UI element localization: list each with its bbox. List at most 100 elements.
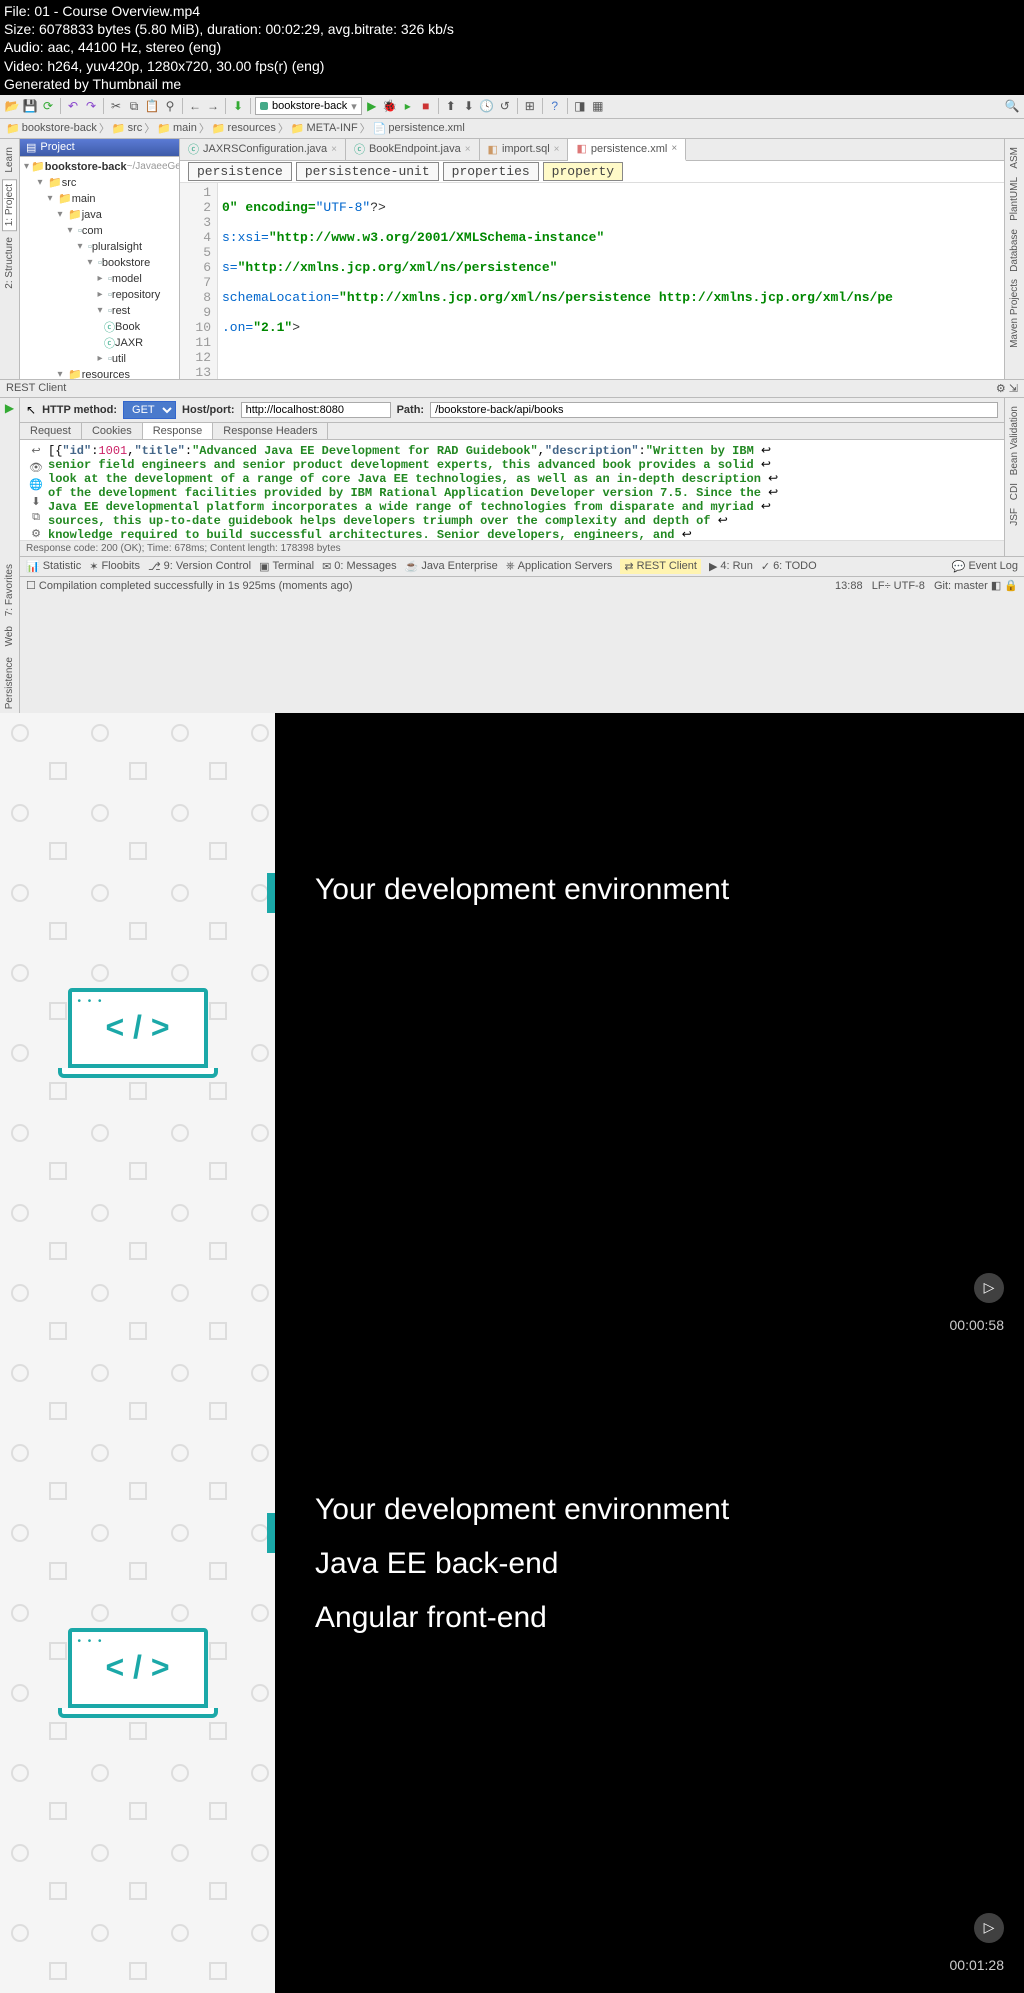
vcs-revert-icon[interactable]: ↺ <box>497 98 513 114</box>
bottom-appservers[interactable]: ⎈ Application Servers <box>506 560 613 573</box>
host-input[interactable] <box>241 402 391 418</box>
tab-project[interactable]: 1: Project <box>2 179 17 231</box>
play-icon[interactable]: ▷ <box>974 1913 1004 1943</box>
crumb-src[interactable]: 📁 src <box>112 122 142 135</box>
copy-icon[interactable]: ⧉ <box>126 98 142 114</box>
wrap-icon[interactable]: ↩ <box>28 444 44 458</box>
open-icon[interactable]: 📂 <box>4 98 20 114</box>
tree-src[interactable]: ▾📁 src <box>20 175 179 191</box>
bottom-messages[interactable]: ✉ 0: Messages <box>322 560 397 573</box>
tree-jaxr[interactable]: ⓒ JAXR <box>20 335 179 351</box>
rest-tab-response[interactable]: Response <box>143 423 214 439</box>
method-select[interactable]: GET <box>123 401 176 419</box>
play-icon[interactable]: ▷ <box>974 1273 1004 1303</box>
sync-icon[interactable]: ⟳ <box>40 98 56 114</box>
crumb-unit[interactable]: persistence-unit <box>296 162 439 181</box>
bottom-vcs[interactable]: ⎇ 9: Version Control <box>148 560 251 573</box>
code-content[interactable]: 0" encoding="UTF-8"?> s:xsi="http://www.… <box>218 183 897 379</box>
tab-plantuml[interactable]: PlantUML <box>1008 173 1021 225</box>
undo-icon[interactable]: ↶ <box>65 98 81 114</box>
vcs-update-icon[interactable]: ⬆ <box>443 98 459 114</box>
rest-tab-headers[interactable]: Response Headers <box>213 423 328 439</box>
crumb-project[interactable]: 📁 bookstore-back <box>6 122 97 135</box>
tab-maven[interactable]: Maven Projects <box>1008 275 1021 352</box>
debug-icon[interactable]: 🐞 <box>382 98 398 114</box>
tab-structure[interactable]: 2: Structure <box>3 233 16 293</box>
status-git[interactable]: Git: master <box>934 580 988 592</box>
bottom-run[interactable]: ▶ 4: Run <box>709 560 753 573</box>
tree-com[interactable]: ▾▫ com <box>20 223 179 239</box>
tree-book[interactable]: ⓒ Book <box>20 319 179 335</box>
tree-rest[interactable]: ▾▫ rest <box>20 303 179 319</box>
vcs-history-icon[interactable]: 🕓 <box>479 98 495 114</box>
tree-bookstore[interactable]: ▾▫ bookstore <box>20 255 179 271</box>
panel-header[interactable]: ▤ Project <box>20 139 179 157</box>
tree-pluralsight[interactable]: ▾▫ pluralsight <box>20 239 179 255</box>
path-input[interactable] <box>430 402 998 418</box>
crumb-file[interactable]: 📄 persistence.xml <box>373 122 465 135</box>
bottom-restclient[interactable]: ⇄ REST Client <box>620 559 701 574</box>
crumb-main[interactable]: 📁 main <box>157 122 197 135</box>
crumb-properties[interactable]: properties <box>443 162 539 181</box>
stop-icon[interactable]: ■ <box>418 98 434 114</box>
tree-model[interactable]: ▸▫ model <box>20 271 179 287</box>
back-icon[interactable]: ← <box>187 98 203 114</box>
tab-learn[interactable]: Learn <box>3 143 16 177</box>
view-icon[interactable]: 👁 <box>28 461 44 475</box>
structure-icon[interactable]: ⊞ <box>522 98 538 114</box>
tab-favorites[interactable]: 7: Favorites <box>3 560 16 620</box>
tab-bean[interactable]: Bean Validation <box>1008 402 1021 479</box>
tab-web[interactable]: Web <box>3 622 16 650</box>
export-icon[interactable]: ⬇ <box>28 495 44 509</box>
copy-icon[interactable]: ⧉ <box>28 512 44 524</box>
rest-tab-request[interactable]: Request <box>20 423 82 439</box>
tree-util[interactable]: ▸▫ util <box>20 351 179 367</box>
bottom-eventlog[interactable]: 💬 Event Log <box>952 560 1018 573</box>
crumb-metainf[interactable]: 📁 META-INF <box>291 122 358 135</box>
build-icon[interactable]: ⬇ <box>230 98 246 114</box>
code-editor[interactable]: 123456789101112131415 0" encoding="UTF-8… <box>180 183 1004 379</box>
cut-icon[interactable]: ✂ <box>108 98 124 114</box>
tab-jsf[interactable]: JSF <box>1008 504 1021 530</box>
bottom-javaee[interactable]: ☕ Java Enterprise <box>405 560 498 573</box>
rest-run-icon[interactable]: ▶ <box>2 400 18 416</box>
search-icon[interactable]: 🔍 <box>1004 98 1020 114</box>
bottom-todo[interactable]: ✓ 6: TODO <box>761 560 817 573</box>
help-icon[interactable]: ? <box>547 98 563 114</box>
forward-icon[interactable]: → <box>205 98 221 114</box>
bottom-statistic[interactable]: 📊 Statistic <box>26 560 81 573</box>
run-icon[interactable]: ▶ <box>364 98 380 114</box>
tab-importsql[interactable]: ◧import.sql× <box>480 139 569 160</box>
tab-jaxrs[interactable]: ⓒJAXRSConfiguration.java× <box>180 139 346 160</box>
docker-icon[interactable]: ▦ <box>590 98 606 114</box>
tree-repository[interactable]: ▸▫ repository <box>20 287 179 303</box>
gear-icon[interactable]: ⚙ <box>996 383 1006 395</box>
minimize-icon[interactable]: ⇲ <box>1009 383 1018 395</box>
tab-persistence[interactable]: ◧persistence.xml× <box>568 139 686 161</box>
paste-icon[interactable]: 📋 <box>144 98 160 114</box>
tree-root[interactable]: ▾📁 bookstore-back ~/JavaeeGettin <box>20 159 179 175</box>
bottom-floobits[interactable]: ✶ Floobits <box>89 560 140 573</box>
redo-icon[interactable]: ↷ <box>83 98 99 114</box>
rest-tab-cookies[interactable]: Cookies <box>82 423 143 439</box>
jrebel-icon[interactable]: ◨ <box>572 98 588 114</box>
tree-main[interactable]: ▾📁 main <box>20 191 179 207</box>
tab-cdi[interactable]: CDI <box>1008 479 1021 504</box>
coverage-icon[interactable]: ▸ <box>400 98 416 114</box>
crumb-resources[interactable]: 📁 resources <box>212 122 276 135</box>
tab-database[interactable]: Database <box>1008 225 1021 276</box>
vcs-commit-icon[interactable]: ⬇ <box>461 98 477 114</box>
settings-icon[interactable]: ⚙ <box>28 527 44 540</box>
tree-resources[interactable]: ▾📁 resources <box>20 367 179 379</box>
tree-java[interactable]: ▾📁 java <box>20 207 179 223</box>
tab-asm[interactable]: ASM <box>1008 143 1021 173</box>
save-icon[interactable]: 💾 <box>22 98 38 114</box>
rest-response-body[interactable]: ↩ 👁 🌐 ⬇ ⧉ ⚙ [{"id":1001,"title":"Advance… <box>20 440 1004 540</box>
find-icon[interactable]: ⚲ <box>162 98 178 114</box>
open-browser-icon[interactable]: 🌐 <box>28 478 44 492</box>
tab-persistence[interactable]: Persistence <box>3 653 16 713</box>
run-config-selector[interactable]: bookstore-back▾ <box>255 97 362 115</box>
crumb-persistence[interactable]: persistence <box>188 162 292 181</box>
bottom-terminal[interactable]: ▣ Terminal <box>259 560 314 573</box>
tab-bookendpoint[interactable]: ⓒBookEndpoint.java× <box>346 139 480 160</box>
